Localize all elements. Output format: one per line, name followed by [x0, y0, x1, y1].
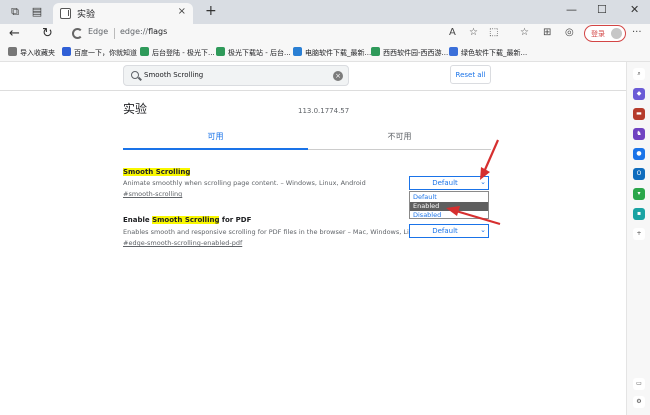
vertical-tabs-icon[interactable]: ▤	[30, 5, 44, 19]
flags-header: Smooth Scrolling × Reset all	[0, 62, 626, 90]
dropdown-list: Default Enabled Disabled	[409, 191, 489, 219]
dropdown-option-default[interactable]: Default	[410, 193, 488, 202]
search-input[interactable]: Smooth Scrolling ×	[123, 65, 349, 86]
favorite-item[interactable]: 绿色软件下载_最新...	[449, 47, 527, 59]
dropdown-option-enabled[interactable]: Enabled	[410, 202, 488, 211]
login-label: 登录	[591, 30, 605, 38]
experiment-title: Enable Smooth Scrolling for PDF	[123, 216, 252, 224]
more-menu-icon[interactable]: ···	[632, 27, 642, 38]
chevron-down-icon: ⌄	[480, 178, 486, 186]
edge-sidebar: ⌕ ◆ ▬ ♞ ● O ▾ ▪ + ▭ ⚙	[626, 62, 650, 415]
tab-strip: ⧉ ▤ 实验 × + — ☐ ✕	[0, 0, 650, 24]
site-icon	[293, 47, 302, 56]
header-divider	[0, 90, 626, 91]
app-icon[interactable]: ▪	[633, 208, 645, 220]
back-button[interactable]: ←	[9, 26, 20, 42]
new-tab-button[interactable]: +	[205, 3, 217, 19]
clear-search-icon[interactable]: ×	[333, 71, 343, 81]
favorite-item[interactable]: 电脑软件下载_最新...	[293, 47, 371, 59]
add-icon[interactable]: +	[633, 228, 645, 240]
select-value: Default	[432, 227, 458, 235]
login-button[interactable]: 登录	[584, 25, 626, 42]
chevron-down-icon: ⌄	[480, 226, 486, 234]
address-bar[interactable]: Edge edge://flags	[71, 25, 511, 42]
tab-available-label: 可用	[207, 132, 224, 141]
paw-icon	[62, 47, 71, 56]
edge-logo-icon	[72, 28, 83, 39]
select-value: Default	[432, 179, 458, 187]
experiment-link[interactable]: #edge-smooth-scrolling-enabled-pdf	[123, 239, 242, 247]
tab-divider	[308, 149, 491, 150]
address-divider	[114, 28, 115, 39]
maximize-button[interactable]: ☐	[597, 3, 607, 16]
favorite-item[interactable]: 导入收藏夹	[8, 47, 55, 59]
page-title: 实验	[123, 102, 148, 116]
tab-title: 实验	[77, 10, 96, 20]
tab-flags[interactable]: 实验 ×	[53, 3, 193, 24]
tab-available[interactable]: 可用	[123, 128, 308, 150]
search-value: Smooth Scrolling	[144, 71, 204, 79]
reset-all-label: Reset all	[455, 71, 486, 79]
office-icon[interactable]: ●	[633, 148, 645, 160]
copilot-icon[interactable]: ◎	[565, 27, 574, 38]
favorite-item[interactable]: 百度一下，你就知道	[62, 47, 137, 59]
favorites-bar: 导入收藏夹 百度一下，你就知道 后台登陆 - 极光下... 极光下载站 - 后台…	[0, 44, 650, 62]
experiment-description: Enables smooth and responsive scrolling …	[123, 228, 421, 236]
flask-icon	[60, 8, 71, 19]
tag-icon[interactable]: ◆	[633, 88, 645, 100]
reset-all-button[interactable]: Reset all	[450, 65, 491, 84]
brand-label: Edge	[88, 27, 109, 36]
outlook-icon[interactable]: O	[633, 168, 645, 180]
toolbar: ← ↻ Edge edge://flags A ☆ ⬚ ☆ ⊞ ◎ 登录 ···	[0, 24, 650, 44]
avatar	[611, 28, 622, 39]
experiment-select[interactable]: Default ⌄	[409, 176, 489, 190]
folder-icon	[8, 47, 17, 56]
search-icon	[131, 71, 139, 79]
version-label: 113.0.1774.57	[298, 107, 350, 115]
workspaces-icon[interactable]: ⧉	[8, 5, 22, 19]
experiment-select[interactable]: Default ⌄	[409, 224, 489, 238]
extensions-icon[interactable]: ⬚	[489, 27, 498, 38]
favorite-item[interactable]: 西西软件园-西西游...	[371, 47, 448, 59]
site-icon	[140, 47, 149, 56]
settings-icon[interactable]: ⚙	[633, 396, 645, 408]
toolbox-icon[interactable]: ▬	[633, 108, 645, 120]
minimize-button[interactable]: —	[566, 3, 577, 16]
favorites-icon[interactable]: ☆	[520, 27, 529, 38]
sidebar-toggle-icon[interactable]: ▭	[633, 378, 645, 390]
flags-page: Smooth Scrolling × Reset all 实验 113.0.17…	[0, 62, 626, 415]
experiment-link[interactable]: #smooth-scrolling	[123, 190, 182, 198]
favorite-item[interactable]: 后台登陆 - 极光下...	[140, 47, 215, 59]
close-window-button[interactable]: ✕	[630, 3, 639, 16]
close-tab-icon[interactable]: ×	[178, 6, 186, 17]
read-aloud-icon[interactable]: A	[449, 27, 456, 38]
favorite-item[interactable]: 极光下载站 - 后台...	[216, 47, 291, 59]
site-icon	[216, 47, 225, 56]
experiment-description: Animate smoothly when scrolling page con…	[123, 179, 366, 187]
tab-active-indicator	[123, 148, 308, 150]
search-icon[interactable]: ⌕	[633, 68, 645, 80]
tab-unavailable[interactable]: 不可用	[308, 128, 491, 150]
site-icon	[371, 47, 380, 56]
games-icon[interactable]: ♞	[633, 128, 645, 140]
experiment-title: Smooth Scrolling	[123, 168, 191, 176]
refresh-button[interactable]: ↻	[42, 26, 53, 42]
browser-window: ⧉ ▤ 实验 × + — ☐ ✕ ← ↻ Edge edge://flags A…	[0, 0, 650, 415]
shopping-icon[interactable]: ▾	[633, 188, 645, 200]
url-text: edge://flags	[120, 27, 168, 36]
collections-icon[interactable]: ⊞	[543, 27, 551, 38]
dropdown-option-disabled[interactable]: Disabled	[410, 211, 488, 220]
favorite-star-icon[interactable]: ☆	[469, 27, 478, 38]
tab-unavailable-label: 不可用	[387, 132, 412, 141]
site-icon	[449, 47, 458, 56]
